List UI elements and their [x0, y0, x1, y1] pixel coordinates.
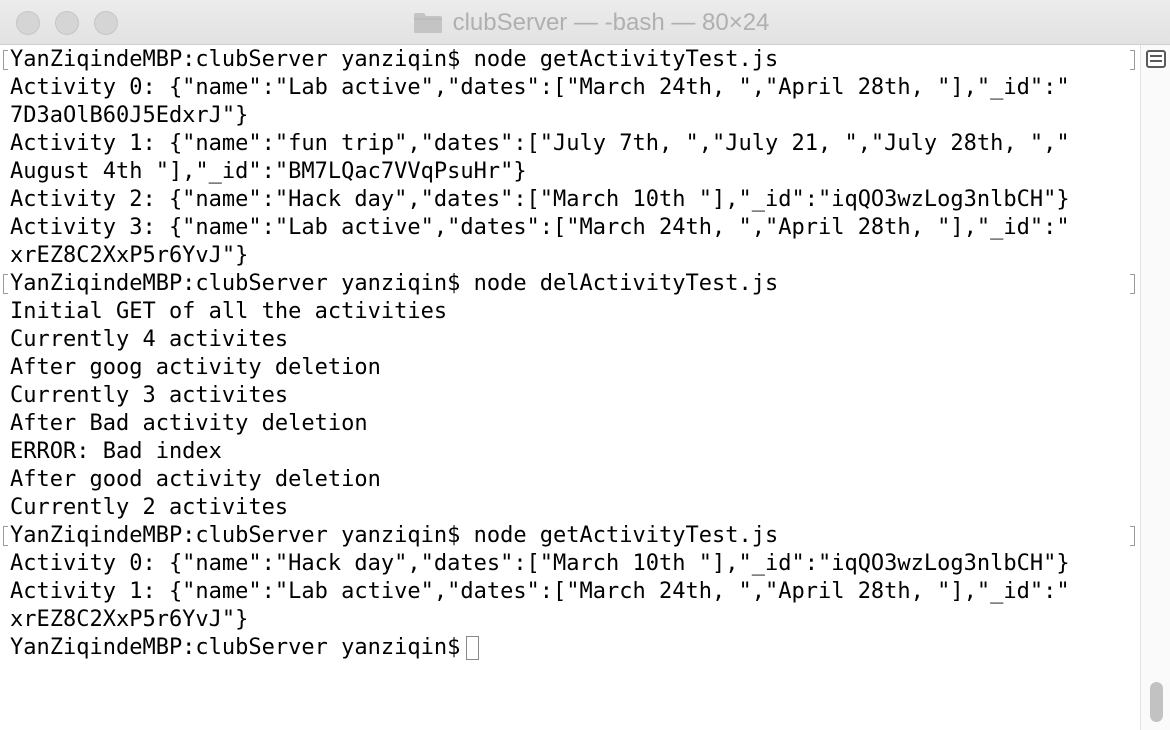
output-line: 7D3aOlB60J5EdxrJ"} [0, 102, 1140, 130]
line-mark-left [3, 526, 8, 546]
output-line: Currently 4 activites [0, 326, 1140, 354]
output-line: After good activity deletion [0, 466, 1140, 494]
split-pane-icon[interactable] [1146, 50, 1166, 68]
line-text: YanZiqindeMBP:clubServer yanziqin$ node … [10, 523, 779, 548]
line-text: After goog activity deletion [10, 355, 381, 380]
line-text: Currently 4 activites [10, 327, 289, 352]
command-line: YanZiqindeMBP:clubServer yanziqin$ node … [0, 522, 1140, 550]
line-mark-right [1130, 50, 1135, 70]
prompt-text: YanZiqindeMBP:clubServer yanziqin$ [10, 635, 461, 660]
line-mark-right [1130, 274, 1135, 294]
line-text: Initial GET of all the activities [10, 299, 448, 324]
output-line: Activity 2: {"name":"Hack day","dates":[… [0, 186, 1140, 214]
line-mark-right [1130, 526, 1135, 546]
output-line: Activity 1: {"name":"fun trip","dates":[… [0, 130, 1140, 158]
line-text: Activity 2: {"name":"Hack day","dates":[… [10, 187, 1070, 212]
line-text: Activity 0: {"name":"Lab active","dates"… [10, 75, 1070, 100]
output-line: After goog activity deletion [0, 354, 1140, 382]
terminal-output[interactable]: YanZiqindeMBP:clubServer yanziqin$ node … [0, 46, 1140, 730]
command-line: YanZiqindeMBP:clubServer yanziqin$ node … [0, 46, 1140, 74]
output-line: Activity 1: {"name":"Lab active","dates"… [0, 578, 1140, 606]
line-mark-left [3, 50, 8, 70]
line-mark-left [3, 274, 8, 294]
output-line: Initial GET of all the activities [0, 298, 1140, 326]
output-line: August 4th "],"_id":"BM7LQac7VVqPsuHr"} [0, 158, 1140, 186]
line-text: August 4th "],"_id":"BM7LQac7VVqPsuHr"} [10, 159, 527, 184]
line-text: YanZiqindeMBP:clubServer yanziqin$ node … [10, 47, 779, 72]
output-line: Currently 2 activites [0, 494, 1140, 522]
line-text: After good activity deletion [10, 467, 381, 492]
line-text: Activity 1: {"name":"fun trip","dates":[… [10, 131, 1070, 156]
line-text: xrEZ8C2XxP5r6YvJ"} [10, 607, 249, 632]
line-text: ERROR: Bad index [10, 439, 222, 464]
output-line: Activity 0: {"name":"Hack day","dates":[… [0, 550, 1140, 578]
title-bar[interactable]: clubServer — -bash — 80×24 [0, 0, 1170, 45]
command-line: YanZiqindeMBP:clubServer yanziqin$ node … [0, 270, 1140, 298]
output-line: After Bad activity deletion [0, 410, 1140, 438]
prompt-line[interactable]: YanZiqindeMBP:clubServer yanziqin$ [0, 634, 1140, 662]
output-line: xrEZ8C2XxP5r6YvJ"} [0, 606, 1140, 634]
terminal-sidebar [1140, 45, 1170, 730]
line-text: Currently 3 activites [10, 383, 289, 408]
text-cursor [466, 636, 480, 660]
output-line: Currently 3 activites [0, 382, 1140, 410]
line-text: Activity 0: {"name":"Hack day","dates":[… [10, 551, 1070, 576]
scrollbar-thumb[interactable] [1150, 682, 1163, 722]
title-group: clubServer — -bash — 80×24 [0, 0, 1170, 45]
line-text: Activity 1: {"name":"Lab active","dates"… [10, 579, 1070, 604]
folder-icon [413, 12, 442, 33]
output-line: xrEZ8C2XxP5r6YvJ"} [0, 242, 1140, 270]
output-line: ERROR: Bad index [0, 438, 1140, 466]
line-text: Currently 2 activites [10, 495, 289, 520]
output-line: Activity 3: {"name":"Lab active","dates"… [0, 214, 1140, 242]
line-text: After Bad activity deletion [10, 411, 368, 436]
line-text: xrEZ8C2XxP5r6YvJ"} [10, 243, 249, 268]
window-title: clubServer — -bash — 80×24 [452, 8, 770, 36]
terminal-window: clubServer — -bash — 80×24 YanZiqindeMBP… [0, 0, 1170, 730]
line-text: YanZiqindeMBP:clubServer yanziqin$ node … [10, 271, 779, 296]
output-line: Activity 0: {"name":"Lab active","dates"… [0, 74, 1140, 102]
line-text: Activity 3: {"name":"Lab active","dates"… [10, 215, 1070, 240]
line-text: 7D3aOlB60J5EdxrJ"} [10, 103, 249, 128]
